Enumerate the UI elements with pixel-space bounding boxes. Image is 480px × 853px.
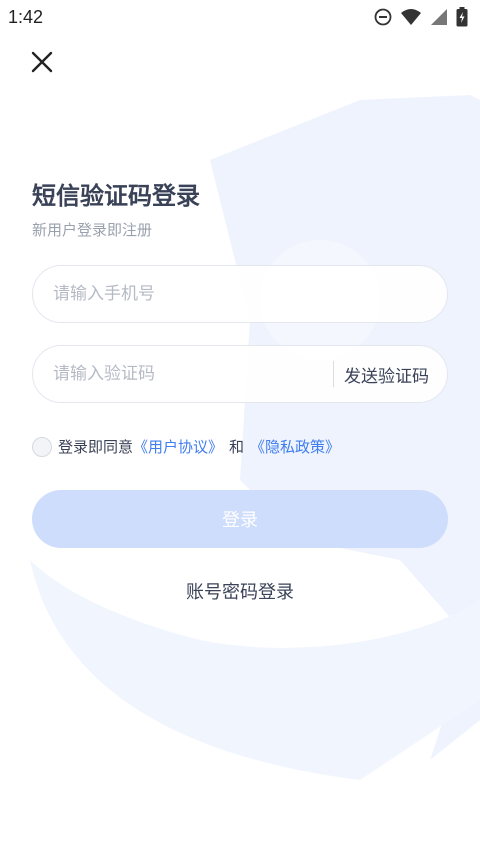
background-decoration [30, 95, 480, 780]
phone-input[interactable] [53, 284, 427, 304]
send-code-button[interactable]: 发送验证码 [344, 362, 429, 387]
login-button[interactable]: 登录 [32, 490, 448, 548]
code-field: 发送验证码 [32, 345, 448, 403]
wifi-icon [400, 8, 422, 26]
close-icon [31, 51, 53, 77]
signal-icon [430, 8, 448, 26]
agreement-and: 和 [229, 438, 245, 456]
agreement-checkbox[interactable] [32, 436, 52, 457]
code-input[interactable] [53, 364, 323, 384]
page-subtitle: 新用户登录即注册 [32, 221, 153, 239]
privacy-policy-link[interactable]: 《隐私政策》 [250, 436, 340, 457]
user-agreement-link[interactable]: 《用户协议》 [133, 436, 223, 457]
status-bar: 1:42 [0, 0, 480, 34]
agreement-row: 登录即同意 《用户协议》 和 《隐私政策》 [32, 436, 340, 457]
field-divider [333, 361, 334, 387]
do-not-disturb-icon [374, 8, 392, 26]
phone-field [32, 265, 448, 323]
page-title: 短信验证码登录 [32, 182, 200, 210]
status-time: 1:42 [8, 6, 44, 27]
password-login-link[interactable]: 账号密码登录 [0, 578, 480, 604]
close-button[interactable] [26, 48, 58, 80]
agreement-prefix: 登录即同意 [58, 438, 134, 456]
status-icons [374, 7, 468, 27]
battery-charging-icon [456, 7, 468, 27]
